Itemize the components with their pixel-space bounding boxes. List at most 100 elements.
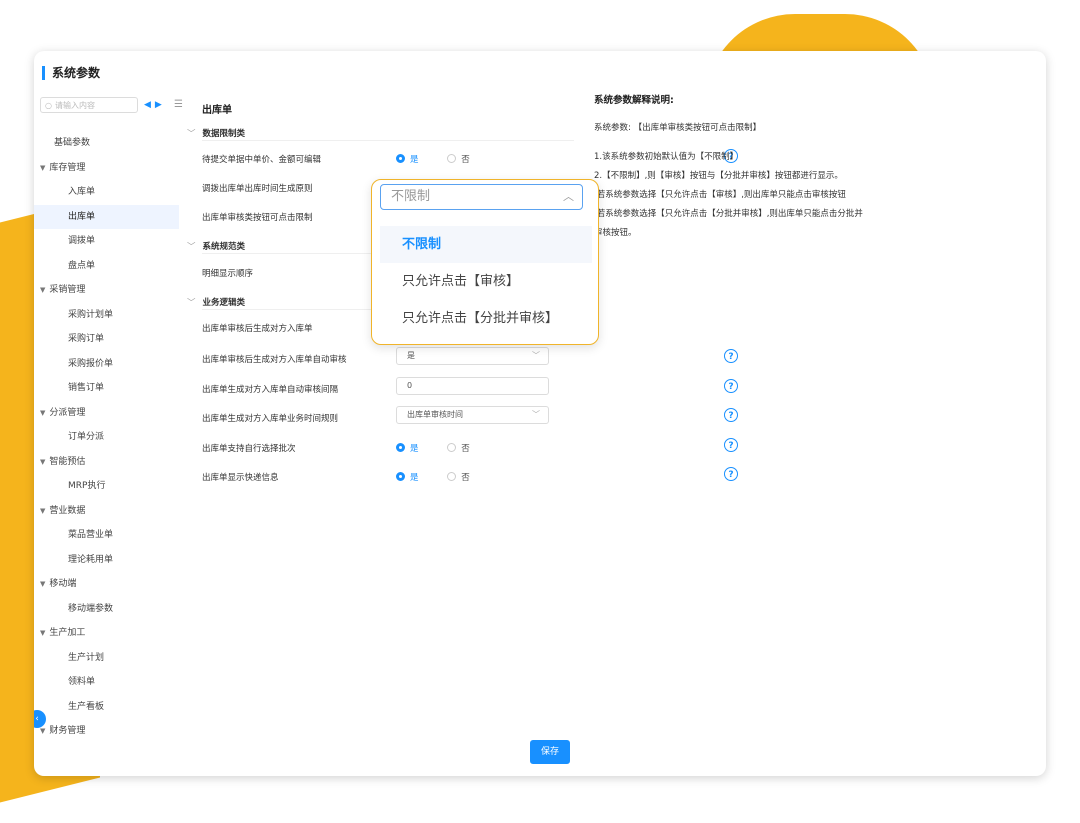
radio-group: 是 否 xyxy=(396,471,470,483)
sidebar-item-label: 出库单 xyxy=(68,211,96,222)
help-icon[interactable]: ? xyxy=(724,467,738,481)
explanation-text: 1.该系统参数初始默认值为【不限制】 2.【不限制】,则【审核】按钮与【分批并审… xyxy=(594,148,914,243)
sidebar-item[interactable]: 销售订单 xyxy=(34,376,179,401)
radio-group: 是 否 xyxy=(396,153,470,165)
arrow-right-icon[interactable]: ▶ xyxy=(155,100,162,110)
sidebar-item[interactable]: 调拨单 xyxy=(34,229,179,254)
radio-yes[interactable] xyxy=(396,472,405,481)
sidebar-item[interactable]: ▼ 生产加工 xyxy=(34,621,179,646)
radio-no[interactable] xyxy=(447,472,457,481)
input-value: 0 xyxy=(407,381,413,390)
caret-down-icon: ▼ xyxy=(40,286,46,294)
sidebar-item-label: 智能预估 xyxy=(49,456,86,467)
sidebar-item-label: 理论耗用单 xyxy=(68,554,114,565)
setting-row-express-info: 出库单显示快递信息 是 否 ? xyxy=(202,465,738,489)
radio-no-label[interactable]: 否 xyxy=(461,444,470,454)
radio-yes[interactable] xyxy=(396,154,405,163)
dropdown-option-audit-only[interactable]: 只允许点击【审核】 xyxy=(380,263,592,300)
chevron-down-icon: ﹀ xyxy=(532,351,540,360)
sidebar-item-label: 移动端 xyxy=(49,579,77,589)
sidebar-item[interactable]: 菜品营业单 xyxy=(34,523,179,548)
setting-label: 出库单审核后生成对方入库单自动审核 xyxy=(202,355,347,365)
search-input[interactable]: ○ 请输入内容 xyxy=(40,97,138,113)
dropdown-option-unlimited[interactable]: 不限制 xyxy=(380,226,592,263)
radio-yes-label[interactable]: 是 xyxy=(410,473,419,483)
sidebar-item[interactable]: 订单分派 xyxy=(34,425,179,450)
setting-label: 出库单审核后生成对方入库单 xyxy=(202,324,313,334)
radio-yes[interactable] xyxy=(396,443,405,452)
sidebar-item-label: MRP执行 xyxy=(68,481,106,491)
setting-row-audit-interval: 出库单生成对方入库单自动审核间隔 0 ? xyxy=(202,377,738,401)
radio-yes-label[interactable]: 是 xyxy=(410,155,419,165)
help-icon[interactable]: ? xyxy=(724,379,738,393)
save-button[interactable]: 保存 xyxy=(530,740,570,764)
audit-limit-dropdown: 不限制 ︿ 不限制 只允许点击【审核】 只允许点击【分批并审核】 xyxy=(371,179,599,345)
setting-row-time-rule: 出库单生成对方入库单业务时间规则 出库单审核时间 ﹀ ? xyxy=(202,406,738,430)
category-label: 数据限制类 xyxy=(202,129,246,139)
sidebar-item[interactable]: ▼ 财务管理 xyxy=(34,719,179,744)
sidebar-item[interactable]: 入库单 xyxy=(34,180,179,205)
chevron-up-icon: ︿ xyxy=(563,190,574,203)
nav-arrows: ◀ ▶ xyxy=(144,97,166,113)
sidebar-item[interactable]: 理论耗用单 xyxy=(34,548,179,573)
dropdown-options: 不限制 只允许点击【审核】 只允许点击【分批并审核】 xyxy=(380,226,592,337)
sidebar-item[interactable]: 采购计划单 xyxy=(34,303,179,328)
sidebar-item-label: 库存管理 xyxy=(49,162,86,173)
sidebar-item[interactable]: MRP执行 xyxy=(34,474,179,499)
audit-limit-select[interactable]: 不限制 ︿ xyxy=(380,184,583,210)
sidebar-item[interactable]: ▼ 智能预估 xyxy=(34,450,179,475)
setting-label: 明细显示顺序 xyxy=(202,269,254,279)
sidebar-item-label: 生产计划 xyxy=(68,652,105,663)
category-business-logic[interactable]: ﹀ 业务逻辑类 xyxy=(187,296,245,308)
arrow-left-icon[interactable]: ◀ xyxy=(144,100,151,110)
caret-down-icon: ▼ xyxy=(40,457,46,466)
caret-down-icon: ▼ xyxy=(40,163,46,172)
sidebar-item[interactable]: ▼ 库存管理 xyxy=(34,156,179,181)
setting-label: 出库单审核类按钮可点击限制 xyxy=(202,213,313,223)
sidebar-item-label: 移动端参数 xyxy=(68,603,114,614)
sidebar-item[interactable]: 出库单 xyxy=(34,204,179,229)
help-icon[interactable]: ? xyxy=(724,349,738,363)
sidebar-item-label: 采购订单 xyxy=(68,334,105,344)
page-title: 系统参数 xyxy=(42,66,100,80)
sidebar-item[interactable]: ▼ 移动端 xyxy=(34,572,179,597)
sidebar-item[interactable]: 采购订单 xyxy=(34,327,179,352)
radio-no-label[interactable]: 否 xyxy=(461,155,470,165)
sidebar-item[interactable]: 盘点单 xyxy=(34,254,179,279)
time-rule-select[interactable]: 出库单审核时间 ﹀ xyxy=(396,406,549,424)
sidebar-item-label: 营业数据 xyxy=(49,505,86,516)
search-icon: ○ xyxy=(45,101,52,110)
help-icon[interactable]: ? xyxy=(724,438,738,452)
caret-down-icon: ▼ xyxy=(40,506,46,515)
sidebar-item[interactable]: 基础参数 xyxy=(34,131,179,156)
category-system-norm[interactable]: ﹀ 系统规范类 xyxy=(187,240,245,252)
caret-down-icon: ▼ xyxy=(40,580,46,588)
sidebar-item[interactable]: ▼ 分派管理 xyxy=(34,401,179,426)
category-data-limit[interactable]: ﹀ 数据限制类 xyxy=(187,127,245,139)
auto-audit-select[interactable]: 是 ﹀ xyxy=(396,347,549,365)
select-value: 出库单审核时间 xyxy=(407,410,463,419)
setting-label: 调拨出库单出库时间生成原则 xyxy=(202,184,313,194)
radio-no-label[interactable]: 否 xyxy=(461,473,470,483)
sidebar-item[interactable]: 领料单 xyxy=(34,670,179,695)
sidebar-item-label: 销售订单 xyxy=(68,383,105,393)
sidebar-item[interactable]: ▼ 采销管理 xyxy=(34,278,179,303)
caret-down-icon: ▼ xyxy=(40,629,46,637)
sidebar-item[interactable]: 采购报价单 xyxy=(34,352,179,377)
sidebar-item[interactable]: ▼ 营业数据 xyxy=(34,499,179,524)
explanation-line: .若系统参数选择【只允许点击【审核】,则出库单只能点击审核按钮 xyxy=(594,190,846,200)
radio-no[interactable] xyxy=(447,154,457,163)
dropdown-option-batch-audit-only[interactable]: 只允许点击【分批并审核】 xyxy=(380,300,592,337)
menu-icon[interactable]: ☰ xyxy=(174,97,183,113)
radio-no[interactable] xyxy=(447,443,457,452)
sidebar-item[interactable]: 生产看板 xyxy=(34,695,179,720)
help-icon[interactable]: ? xyxy=(724,408,738,422)
setting-label: 出库单显示快递信息 xyxy=(202,473,279,483)
audit-interval-input[interactable]: 0 xyxy=(396,377,549,395)
category-label: 系统规范类 xyxy=(202,242,246,252)
sidebar-item-label: 采购计划单 xyxy=(68,309,114,320)
chevron-down-icon: ﹀ xyxy=(187,242,196,252)
radio-yes-label[interactable]: 是 xyxy=(410,444,419,454)
sidebar-item[interactable]: 移动端参数 xyxy=(34,597,179,622)
sidebar-item[interactable]: 生产计划 xyxy=(34,646,179,671)
